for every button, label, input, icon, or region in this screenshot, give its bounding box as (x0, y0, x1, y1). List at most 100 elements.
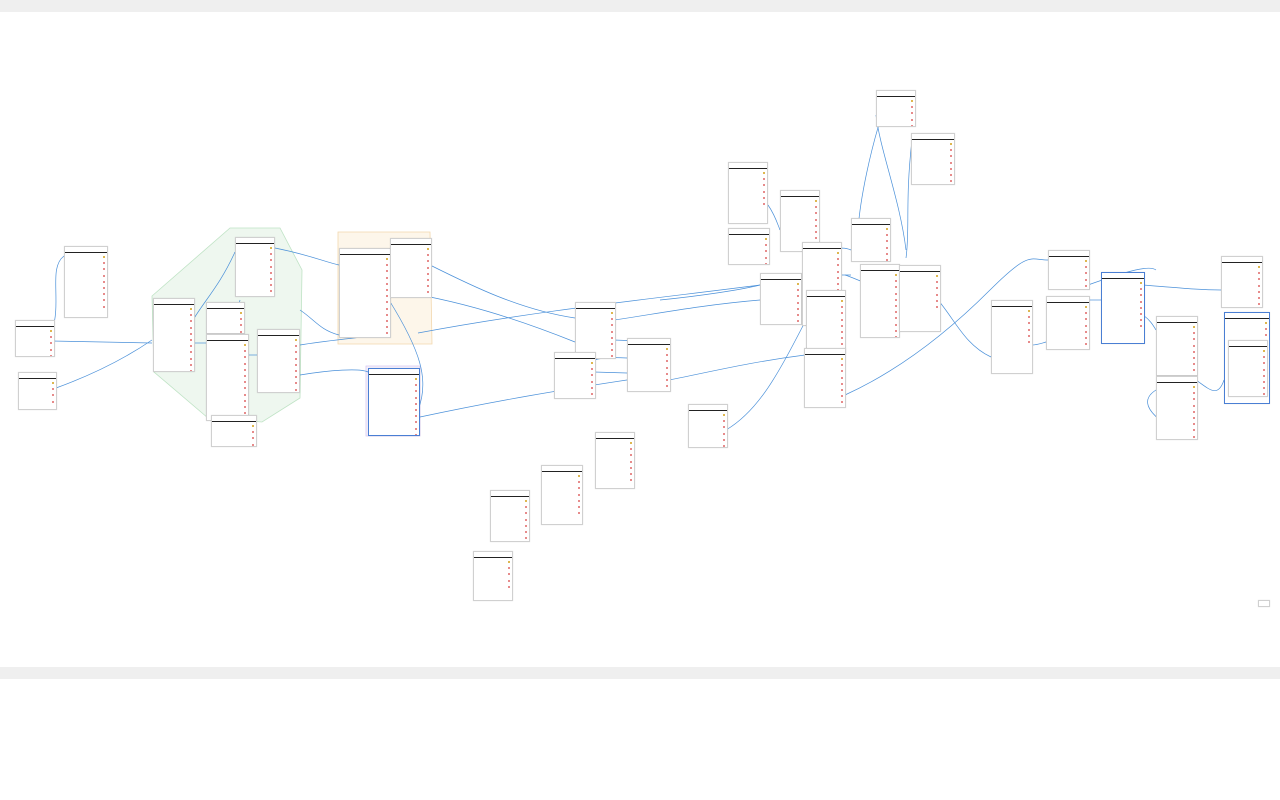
table-card[interactable] (490, 490, 530, 542)
table-field-row[interactable] (212, 442, 256, 446)
relationship-link[interactable] (593, 371, 628, 374)
table-card[interactable] (206, 302, 245, 334)
table-card[interactable] (1228, 340, 1268, 397)
table-card[interactable] (728, 228, 770, 265)
field-marker-icon (190, 326, 192, 329)
relationship-link[interactable] (1195, 379, 1225, 391)
table-card[interactable] (860, 264, 900, 338)
table-field-row[interactable] (474, 584, 512, 590)
table-field-row[interactable] (805, 406, 845, 408)
table-card[interactable] (15, 320, 55, 357)
table-field-row[interactable] (1047, 347, 1089, 349)
table-field-row[interactable] (689, 443, 727, 447)
table-card[interactable] (911, 133, 955, 185)
table-card[interactable] (1258, 600, 1270, 607)
table-card[interactable] (18, 372, 57, 410)
table-field-row[interactable] (628, 383, 670, 389)
table-card[interactable] (257, 329, 300, 393)
table-field-row[interactable] (1229, 391, 1267, 396)
table-field-row[interactable] (1049, 283, 1089, 289)
table-field-row[interactable] (236, 288, 274, 294)
table-card[interactable] (595, 432, 635, 489)
table-card[interactable] (1101, 272, 1145, 344)
field-marker-icon (765, 244, 767, 247)
table-card[interactable] (760, 273, 802, 325)
table-card[interactable] (991, 300, 1033, 374)
table-card[interactable] (1156, 376, 1198, 440)
table-card[interactable] (876, 90, 916, 127)
key-icon (103, 256, 105, 259)
key-icon (427, 248, 429, 251)
table-field-row[interactable] (729, 201, 767, 207)
table-field-row[interactable] (912, 184, 954, 185)
key-icon (837, 252, 839, 255)
table-field-row[interactable] (491, 535, 529, 541)
table-field-row[interactable] (19, 399, 56, 405)
table-field-row[interactable] (16, 353, 54, 356)
table-card[interactable] (1048, 250, 1090, 290)
relationship-link[interactable] (429, 264, 576, 319)
table-field-row[interactable] (340, 336, 390, 337)
relationship-link[interactable] (419, 377, 641, 418)
table-field-row[interactable] (542, 510, 582, 516)
table-field-row[interactable] (1222, 307, 1262, 308)
table-field-row[interactable] (877, 123, 915, 126)
table-field-row[interactable] (369, 432, 419, 435)
table-card[interactable] (368, 368, 420, 436)
relationship-link[interactable] (725, 319, 807, 431)
table-field-row[interactable] (391, 296, 431, 298)
table-card[interactable] (339, 248, 391, 338)
table-card[interactable] (153, 298, 195, 372)
relationship-link[interactable] (51, 340, 153, 344)
diagram-canvas[interactable] (0, 12, 1280, 667)
table-card[interactable] (211, 415, 257, 447)
table-field-row[interactable] (65, 304, 107, 310)
relationship-link[interactable] (299, 309, 340, 336)
relationship-link[interactable] (1142, 284, 1222, 291)
relationship-link[interactable] (299, 369, 369, 376)
table-card[interactable] (851, 218, 891, 262)
table-card[interactable] (1221, 256, 1263, 308)
field-marker-icon (240, 324, 242, 327)
key-icon (578, 475, 580, 478)
table-card[interactable] (1156, 316, 1198, 376)
relationship-link[interactable] (668, 354, 806, 381)
relationship-link[interactable] (55, 339, 153, 389)
table-card[interactable] (64, 246, 108, 318)
relationship-link[interactable] (937, 299, 992, 358)
table-card[interactable] (235, 237, 275, 297)
table-field-row[interactable] (992, 339, 1032, 345)
relationship-link[interactable] (767, 204, 781, 231)
table-field-row[interactable] (729, 261, 769, 264)
relationship-link[interactable] (1030, 341, 1047, 346)
table-field-row[interactable] (258, 387, 299, 393)
table-card[interactable] (804, 348, 846, 408)
table-field-row[interactable] (1102, 323, 1144, 329)
field-marker-icon (190, 357, 192, 360)
field-marker-icon (950, 174, 952, 177)
table-card[interactable] (206, 334, 249, 421)
table-card[interactable] (728, 162, 768, 224)
table-card[interactable] (806, 290, 846, 354)
table-card[interactable] (688, 404, 728, 448)
table-card[interactable] (554, 352, 596, 399)
table-card[interactable] (575, 302, 616, 359)
field-marker-icon (415, 384, 417, 387)
relationship-link[interactable] (613, 299, 761, 321)
field-marker-icon (103, 287, 105, 290)
table-card[interactable] (1046, 296, 1090, 350)
table-field-row[interactable] (555, 397, 595, 398)
table-field-row[interactable] (761, 324, 801, 325)
relationship-link[interactable] (274, 247, 340, 266)
table-card[interactable] (541, 465, 583, 525)
table-card[interactable] (899, 265, 941, 332)
table-field-row[interactable] (154, 368, 194, 371)
table-field-row[interactable] (900, 304, 940, 310)
field-marker-icon (611, 343, 613, 346)
table-field-row[interactable] (852, 257, 890, 261)
table-card[interactable] (390, 238, 432, 298)
table-card[interactable] (473, 551, 513, 601)
table-field-row[interactable] (861, 334, 899, 337)
table-card[interactable] (627, 338, 671, 392)
table-field-row[interactable] (596, 477, 634, 483)
